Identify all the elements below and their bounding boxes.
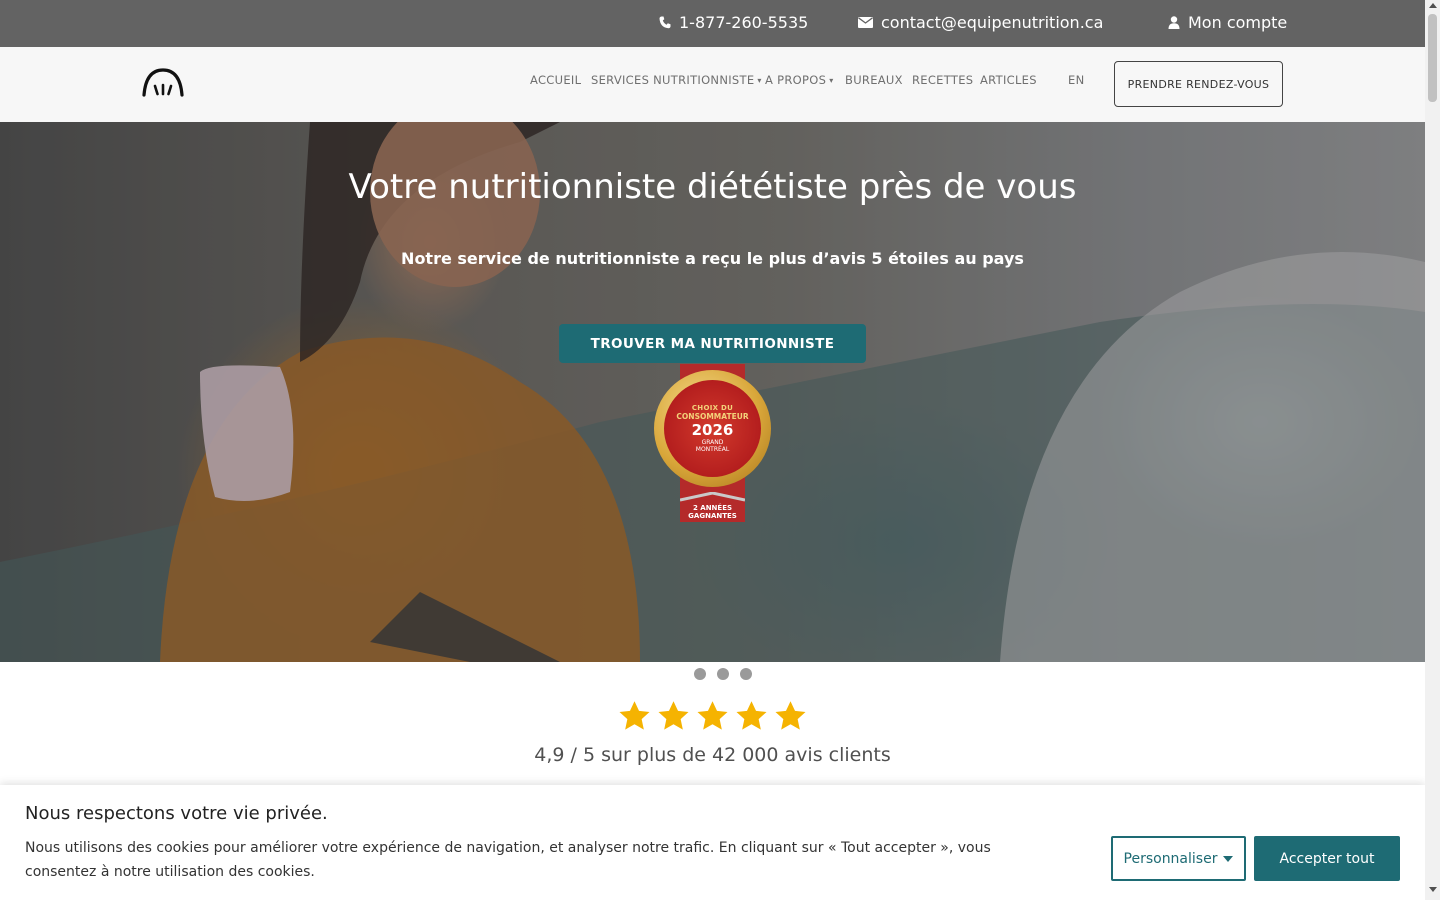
page-scrollbar[interactable] [1425,0,1440,900]
award-medal-face: CHOIX DU CONSOMMATEUR 2026 GRAND MONTRÉA… [664,380,761,477]
cookie-description: Nous utilisons des cookies pour améliore… [25,840,991,880]
page: 1-877-260-5535 contact@equipenutrition.c… [0,0,1425,900]
star-icon [736,701,767,730]
nav-item-accueil[interactable]: ACCUEIL [530,73,581,87]
star-icon [697,701,728,730]
star-icon [658,701,689,730]
cookie-title: Nous respectons votre vie privée. [25,803,328,824]
email-address: contact@equipenutrition.ca [881,13,1104,32]
account-label: Mon compte [1188,13,1288,32]
scroll-down-arrow-icon[interactable] [1429,887,1437,892]
rating-summary: 4,9 / 5 sur plus de 42 000 avis clients [534,744,891,766]
scrollbar-thumb[interactable] [1428,14,1437,102]
caret-down-icon [1223,855,1234,862]
top-contact-bar: 1-877-260-5535 contact@equipenutrition.c… [0,0,1425,47]
carousel-dot-3[interactable] [740,668,752,680]
nav-item-a-propos[interactable]: A PROPOS ▾ [765,73,834,87]
nav-item-label: ARTICLES [980,73,1037,87]
award-ribbon-text: 2 ANNÉES GAGNANTES [688,504,737,520]
carousel-dot-2[interactable] [717,668,729,680]
account-link[interactable]: Mon compte [1168,0,1287,45]
hero-banner: Votre nutritionniste diététiste près de … [0,122,1425,662]
phone-icon [659,16,671,29]
hero-subtitle: Notre service de nutritionniste a reçu l… [401,249,1024,268]
nav-item-recettes[interactable]: RECETTES [912,73,973,87]
scroll-up-arrow-icon[interactable] [1429,3,1437,8]
equipe-nutrition-logo[interactable] [142,67,184,97]
language-switch[interactable]: EN [1068,73,1084,87]
award-medal: CHOIX DU CONSOMMATEUR 2026 GRAND MONTRÉA… [654,370,771,487]
star-icon [619,701,650,730]
award-line4: MONTRÉAL [695,446,730,453]
ribbon-chevron [680,492,745,502]
email-link[interactable]: contact@equipenutrition.ca [858,0,1103,45]
nav-item-services[interactable]: SERVICES NUTRITIONNISTE ▾ [591,73,762,87]
cookie-consent-banner: Nous respectons votre vie privée. Nous u… [0,785,1425,900]
nav-item-bureaux[interactable]: BUREAUX [845,73,903,87]
find-nutritionist-button[interactable]: TROUVER MA NUTRITIONNISTE [559,324,866,363]
consumer-choice-award-badge: CHOIX DU CONSOMMATEUR 2026 GRAND MONTRÉA… [654,364,771,522]
phone-number: 1-877-260-5535 [679,13,809,32]
carousel-indicators [694,668,752,680]
chevron-down-icon: ▾ [757,75,762,85]
main-navigation: ACCUEIL SERVICES NUTRITIONNISTE ▾ A PROPO… [0,47,1425,122]
star-icon [775,701,806,730]
envelope-icon [858,17,873,28]
customize-cookies-button[interactable]: Personnaliser [1111,836,1246,881]
nav-item-label: ACCUEIL [530,73,582,87]
rating-stars [617,699,808,734]
customize-label: Personnaliser [1123,850,1218,867]
book-appointment-button[interactable]: PRENDRE RENDEZ-VOUS [1114,61,1283,107]
nav-item-label: A PROPOS [765,73,827,87]
nav-item-label: BUREAUX [845,73,903,87]
nav-item-label: RECETTES [912,73,974,87]
award-line1: CHOIX DU [691,404,734,412]
nav-item-label: SERVICES NUTRITIONNISTE [591,73,755,87]
hero-title: Votre nutritionniste diététiste près de … [348,167,1077,207]
carousel-dot-1[interactable] [694,668,706,680]
phone-link[interactable]: 1-877-260-5535 [659,0,808,45]
nav-item-articles[interactable]: ARTICLES [980,73,1037,87]
award-line3: GRAND [701,439,724,446]
accept-all-cookies-button[interactable]: Accepter tout [1254,836,1400,881]
award-year: 2026 [691,421,734,439]
award-line2: CONSOMMATEUR [676,412,749,421]
language-label: EN [1068,73,1085,87]
user-icon [1168,16,1180,29]
chevron-down-icon: ▾ [829,75,834,85]
